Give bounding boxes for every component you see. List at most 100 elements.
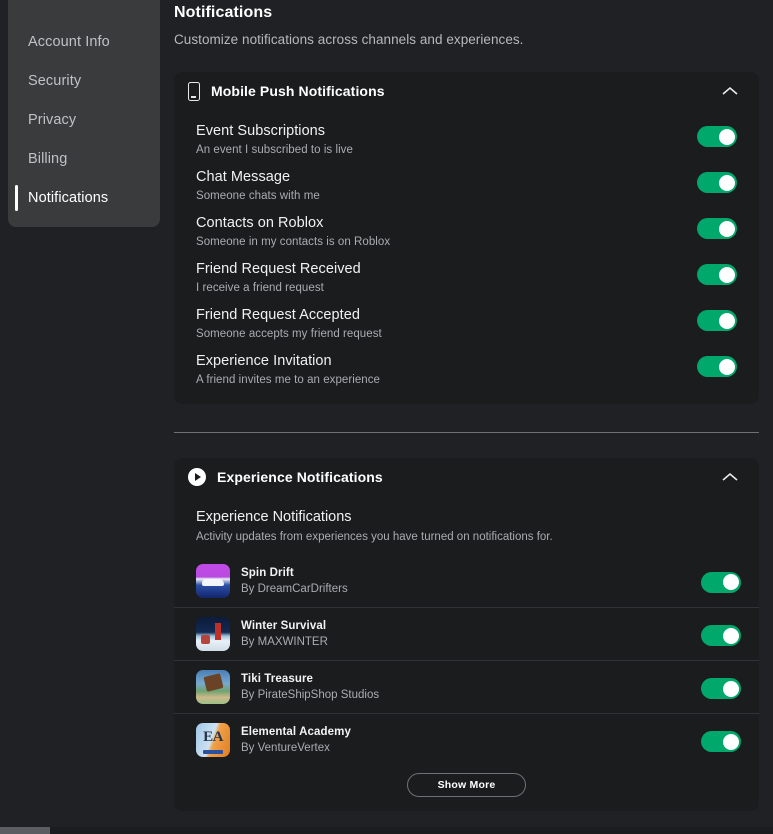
row-subtitle: An event I subscribed to is live: [196, 139, 697, 156]
show-more-button[interactable]: Show More: [407, 773, 527, 797]
toggle-knob: [723, 734, 739, 750]
row-text: Event Subscriptions An event I subscribe…: [196, 123, 697, 156]
experience-row: Winter Survival By MAXWINTER: [174, 607, 759, 660]
experience-row: Elemental Academy By VentureVertex: [174, 713, 759, 766]
row-subtitle: Someone accepts my friend request: [196, 323, 697, 340]
chevron-up-icon[interactable]: [719, 80, 741, 102]
toggle-knob: [723, 681, 739, 697]
experience-intro: Experience Notifications Activity update…: [174, 496, 759, 543]
notification-row: Friend Request Received I receive a frie…: [196, 248, 737, 294]
toggle-knob: [719, 313, 735, 329]
experience-section-title: Experience Notifications: [196, 509, 737, 525]
row-subtitle: A friend invites me to an experience: [196, 369, 697, 386]
row-subtitle: I receive a friend request: [196, 277, 697, 294]
tiki-treasure-thumbnail: [196, 670, 230, 704]
sidebar-item-privacy[interactable]: Privacy: [8, 100, 160, 139]
row-text: Friend Request Received I receive a frie…: [196, 261, 697, 294]
row-title: Friend Request Received: [196, 261, 697, 277]
experience-notifications-card: Experience Notifications Experience Noti…: [174, 458, 759, 811]
experience-toggle[interactable]: [701, 731, 741, 752]
show-more-container: Show More: [174, 766, 759, 797]
row-subtitle: Someone chats with me: [196, 185, 697, 202]
notification-toggle[interactable]: [697, 172, 737, 193]
spin-drift-thumbnail: [196, 564, 230, 598]
experience-meta: Spin Drift By DreamCarDrifters: [241, 567, 701, 595]
toggle-knob: [723, 574, 739, 590]
mobile-push-header[interactable]: Mobile Push Notifications: [174, 72, 759, 110]
mobile-push-title: Mobile Push Notifications: [211, 83, 385, 99]
experience-toggle[interactable]: [701, 625, 741, 646]
settings-sidebar: Account Info Security Privacy Billing No…: [8, 0, 160, 227]
experience-row: Spin Drift By DreamCarDrifters: [174, 554, 759, 607]
experience-meta: Winter Survival By MAXWINTER: [241, 620, 701, 648]
row-title: Friend Request Accepted: [196, 307, 697, 323]
sidebar-item-security[interactable]: Security: [8, 61, 160, 100]
chevron-up-icon[interactable]: [719, 466, 741, 488]
row-title: Experience Invitation: [196, 353, 697, 369]
main-content: Notifications Customize notifications ac…: [174, 0, 759, 811]
experience-author: By MAXWINTER: [241, 632, 701, 648]
row-title: Contacts on Roblox: [196, 215, 697, 231]
experience-notifications-title: Experience Notifications: [217, 469, 383, 485]
sidebar-item-label: Security: [28, 73, 81, 89]
experience-name: Elemental Academy: [241, 726, 701, 738]
row-text: Contacts on Roblox Someone in my contact…: [196, 215, 697, 248]
sidebar-item-label: Notifications: [28, 190, 108, 206]
elemental-academy-thumbnail: [196, 723, 230, 757]
row-title: Event Subscriptions: [196, 123, 697, 139]
notification-toggle[interactable]: [697, 218, 737, 239]
experience-author: By DreamCarDrifters: [241, 579, 701, 595]
row-title: Chat Message: [196, 169, 697, 185]
notification-row: Contacts on Roblox Someone in my contact…: [196, 202, 737, 248]
winter-survival-thumbnail: [196, 617, 230, 651]
row-text: Experience Invitation A friend invites m…: [196, 353, 697, 386]
experience-list: Spin Drift By DreamCarDrifters Winter Su…: [174, 554, 759, 766]
notification-row: Friend Request Accepted Someone accepts …: [196, 294, 737, 340]
active-indicator: [15, 185, 18, 211]
row-text: Chat Message Someone chats with me: [196, 169, 697, 202]
horizontal-scrollbar-thumb[interactable]: [0, 827, 50, 834]
toggle-knob: [719, 129, 735, 145]
toggle-knob: [719, 221, 735, 237]
sidebar-item-account-info[interactable]: Account Info: [8, 22, 160, 61]
notification-toggle[interactable]: [697, 310, 737, 331]
notification-toggle[interactable]: [697, 126, 737, 147]
experience-name: Tiki Treasure: [241, 673, 701, 685]
experience-author: By PirateShipShop Studios: [241, 685, 701, 701]
experience-meta: Elemental Academy By VentureVertex: [241, 726, 701, 754]
toggle-knob: [719, 175, 735, 191]
mobile-push-notifications-card: Mobile Push Notifications Event Subscrip…: [174, 72, 759, 404]
experience-author: By VentureVertex: [241, 738, 701, 754]
mobile-push-rows: Event Subscriptions An event I subscribe…: [174, 110, 759, 404]
notification-row: Chat Message Someone chats with me: [196, 156, 737, 202]
toggle-knob: [719, 267, 735, 283]
notification-toggle[interactable]: [697, 264, 737, 285]
mobile-phone-icon: [188, 82, 200, 101]
toggle-knob: [723, 628, 739, 644]
notification-row: Event Subscriptions An event I subscribe…: [196, 110, 737, 156]
notification-toggle[interactable]: [697, 356, 737, 377]
experience-toggle[interactable]: [701, 678, 741, 699]
experience-row: Tiki Treasure By PirateShipShop Studios: [174, 660, 759, 713]
horizontal-scrollbar-track[interactable]: [0, 827, 773, 834]
sidebar-item-label: Privacy: [28, 112, 76, 128]
experience-name: Spin Drift: [241, 567, 701, 579]
play-circle-icon: [188, 468, 206, 486]
experience-meta: Tiki Treasure By PirateShipShop Studios: [241, 673, 701, 701]
experience-notifications-header[interactable]: Experience Notifications: [174, 458, 759, 496]
experience-toggle[interactable]: [701, 572, 741, 593]
page-subtitle: Customize notifications across channels …: [174, 22, 759, 47]
experience-notifications-body: Experience Notifications Activity update…: [174, 496, 759, 811]
sidebar-item-billing[interactable]: Billing: [8, 139, 160, 178]
experience-section-subtitle: Activity updates from experiences you ha…: [196, 525, 737, 543]
row-subtitle: Someone in my contacts is on Roblox: [196, 231, 697, 248]
toggle-knob: [719, 359, 735, 375]
notification-row: Experience Invitation A friend invites m…: [196, 340, 737, 386]
sidebar-item-label: Billing: [28, 151, 67, 167]
sidebar-item-label: Account Info: [28, 34, 110, 50]
row-text: Friend Request Accepted Someone accepts …: [196, 307, 697, 340]
page-title: Notifications: [174, 0, 759, 22]
section-divider: [174, 432, 759, 433]
sidebar-item-notifications[interactable]: Notifications: [8, 178, 160, 217]
experience-name: Winter Survival: [241, 620, 701, 632]
